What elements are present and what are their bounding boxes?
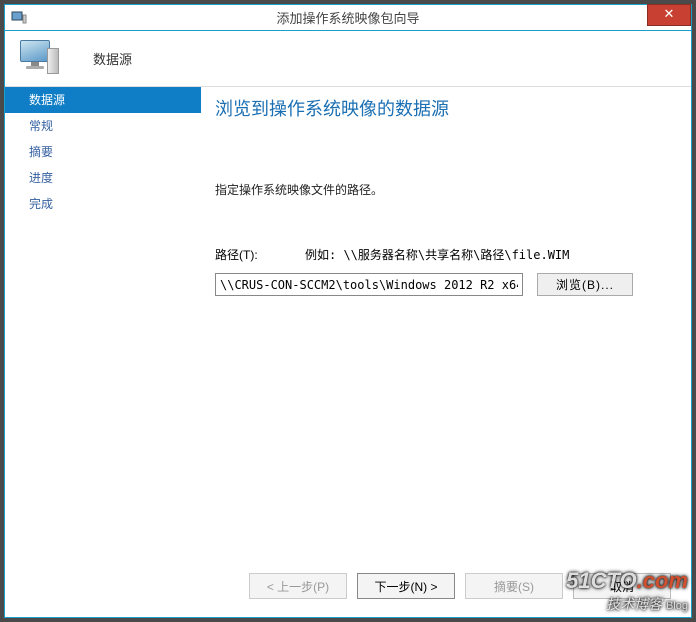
cancel-button[interactable]: 取消 (573, 573, 671, 599)
nav-complete[interactable]: 完成 (5, 191, 201, 217)
path-label: 路径(T): (215, 246, 305, 263)
nav-summary[interactable]: 摘要 (5, 139, 201, 165)
next-button[interactable]: 下一步(N) > (357, 573, 455, 599)
close-button[interactable]: ✕ (647, 4, 691, 26)
path-example: 例如: \\服务器名称\共享名称\路径\file.WIM (305, 246, 569, 263)
window-title: 添加操作系统映像包向导 (276, 8, 419, 27)
wizard-sidebar: 数据源 常规 摘要 进度 完成 (5, 87, 201, 617)
main-panel: 浏览到操作系统映像的数据源 指定操作系统映像文件的路径。 路径(T): 例如: … (201, 87, 691, 617)
wizard-button-bar: < 上一步(P) 下一步(N) > 摘要(S) 取消 (215, 573, 671, 599)
nav-general[interactable]: 常规 (5, 113, 201, 139)
nav-progress[interactable]: 进度 (5, 165, 201, 191)
page-description: 指定操作系统映像文件的路径。 (215, 181, 671, 198)
computer-icon (17, 38, 59, 80)
browse-button[interactable]: 浏览(B)... (537, 273, 633, 296)
nav-data-source[interactable]: 数据源 (5, 87, 201, 113)
content-area: 数据源 常规 摘要 进度 完成 浏览到操作系统映像的数据源 指定操作系统映像文件… (5, 87, 691, 617)
summary-button: 摘要(S) (465, 573, 563, 599)
wizard-header: 数据源 (5, 31, 691, 87)
path-input[interactable] (215, 273, 523, 296)
app-icon (11, 10, 27, 26)
header-step-label: 数据源 (93, 49, 132, 68)
path-label-row: 路径(T): 例如: \\服务器名称\共享名称\路径\file.WIM (215, 246, 671, 263)
wizard-window: 添加操作系统映像包向导 ✕ 数据源 数据源 常规 摘要 进度 完成 浏览到操作系… (4, 4, 692, 618)
title-bar: 添加操作系统映像包向导 ✕ (5, 5, 691, 31)
page-heading: 浏览到操作系统映像的数据源 (215, 95, 671, 121)
path-input-row: 浏览(B)... (215, 273, 671, 296)
prev-button: < 上一步(P) (249, 573, 347, 599)
